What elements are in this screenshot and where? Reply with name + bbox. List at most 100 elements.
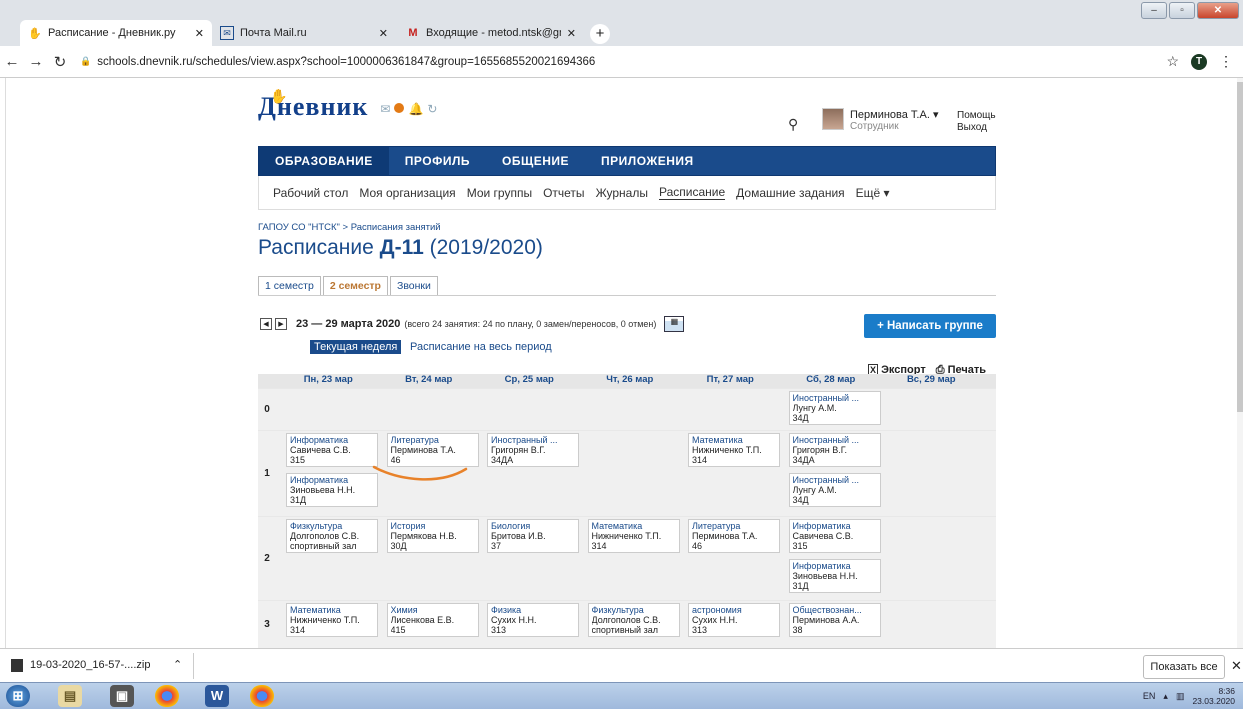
lesson-teacher: Лунгу А.М. xyxy=(793,485,877,495)
page-title: Расписание Д-11 (2019/2020) xyxy=(258,236,543,260)
lesson-card[interactable]: ИнформатикаЗиновьева Н.Н.31Д xyxy=(789,559,881,593)
tab-semester-1[interactable]: 1 семестр xyxy=(258,276,321,296)
lesson-subject: Информатика xyxy=(290,475,374,485)
lesson-room: 314 xyxy=(592,541,676,551)
bell-icon[interactable]: 🔔 xyxy=(408,102,423,116)
scrollbar-thumb[interactable] xyxy=(1237,82,1243,412)
chevron-up-icon[interactable]: ⌃ xyxy=(173,658,182,671)
lesson-card[interactable]: МатематикаНижниченко Т.П.314 xyxy=(286,603,378,637)
forward-arrow-icon[interactable]: → xyxy=(24,53,48,70)
tab-schedule[interactable]: ✋ Расписание - Дневник.ру ✕ xyxy=(20,20,212,46)
main-nav-education[interactable]: ОБРАЗОВАНИЕ xyxy=(259,147,389,175)
explorer-icon[interactable]: ▤ xyxy=(58,685,82,707)
tab-semester-2[interactable]: 2 семестр xyxy=(323,276,388,296)
page-scrollbar[interactable] xyxy=(1237,78,1243,648)
messages-icon[interactable]: ✉ xyxy=(380,102,390,116)
lesson-subject: Иностранный ... xyxy=(793,393,877,403)
new-tab-button[interactable]: + xyxy=(590,24,610,44)
next-week-button[interactable]: ▶ xyxy=(275,318,287,330)
menu-dots-icon[interactable]: ⋮ xyxy=(1219,53,1233,70)
user-role: Сотрудник xyxy=(850,121,899,132)
close-tab-icon[interactable]: ✕ xyxy=(567,27,576,40)
prev-week-button[interactable]: ◀ xyxy=(260,318,272,330)
app-icon[interactable]: ▣ xyxy=(110,685,134,707)
logout-link[interactable]: Выход xyxy=(957,122,987,133)
write-to-group-button[interactable]: + Написать группе xyxy=(864,314,996,338)
maximize-button[interactable]: ▫ xyxy=(1169,2,1195,19)
user-name-menu[interactable]: Перминова Т.А. ▾ xyxy=(850,108,938,121)
tab-mail[interactable]: ✉ Почта Mail.ru ✕ xyxy=(212,20,396,46)
subnav-desktop[interactable]: Рабочий стол xyxy=(273,186,348,200)
close-icon[interactable]: ✕ xyxy=(1231,658,1242,674)
lesson-card[interactable]: ИсторияПермякова Н.В.30Д xyxy=(387,519,479,553)
tabs-divider xyxy=(258,295,996,296)
lesson-card[interactable]: ХимияЛисенкова Е.В.415 xyxy=(387,603,479,637)
chrome-icon[interactable] xyxy=(250,685,274,707)
language-indicator[interactable]: EN xyxy=(1143,691,1156,701)
schedule-row: 1ИнформатикаСавичева С.В.315ИнформатикаЗ… xyxy=(258,430,996,516)
lesson-card[interactable]: Иностранный ...Лунгу А.М.34Д xyxy=(789,473,881,507)
tab-gmail[interactable]: M Входящие - metod.ntsk@gmail.c ✕ xyxy=(398,20,584,46)
user-avatar[interactable] xyxy=(822,108,844,130)
back-arrow-icon[interactable]: ← xyxy=(0,53,24,70)
lesson-card[interactable]: ИнформатикаЗиновьева Н.Н.31Д xyxy=(286,473,378,507)
site-logo[interactable]: ✋ Дневник ✉ 🔔 ↻ xyxy=(258,92,437,122)
subnav-schedule[interactable]: Расписание xyxy=(659,185,725,200)
lesson-card[interactable]: ФизикаСухих Н.Н.313 xyxy=(487,603,579,637)
tab-bells[interactable]: Звонки xyxy=(390,276,438,296)
lesson-card[interactable]: Иностранный ...Григорян В.Г.34ДА xyxy=(487,433,579,467)
lesson-card[interactable]: ИнформатикаСавичева С.В.315 xyxy=(789,519,881,553)
breadcrumb[interactable]: ГАПОУ СО "НТСК" > Расписания занятий xyxy=(258,222,441,233)
chrome-icon[interactable] xyxy=(155,685,179,707)
lesson-card[interactable]: ФизкультураДолгополов С.В.спортивный зал xyxy=(286,519,378,553)
dnevnik-favicon-icon: ✋ xyxy=(28,26,42,40)
notifications-icon[interactable] xyxy=(394,102,404,116)
lesson-card[interactable]: Иностранный ...Лунгу А.М.34Д xyxy=(789,391,881,425)
refresh-icon[interactable]: ↻ xyxy=(427,102,437,116)
calendar-icon[interactable]: ▦ xyxy=(664,316,684,332)
main-nav-communication[interactable]: ОБЩЕНИЕ xyxy=(486,147,585,175)
lesson-teacher: Нижниченко Т.П. xyxy=(692,445,776,455)
lesson-card[interactable]: БиологияБритова И.В.37 xyxy=(487,519,579,553)
subnav-my-organization[interactable]: Моя организация xyxy=(359,186,455,200)
close-window-button[interactable]: ✕ xyxy=(1197,2,1239,19)
minimize-button[interactable]: ‒ xyxy=(1141,2,1167,19)
lesson-card[interactable]: МатематикаНижниченко Т.П.314 xyxy=(588,519,680,553)
start-button-icon[interactable]: ⊞ xyxy=(6,685,30,707)
subnav-homework[interactable]: Домашние задания xyxy=(736,186,845,200)
subnav-journals[interactable]: Журналы xyxy=(596,186,648,200)
close-tab-icon[interactable]: ✕ xyxy=(379,27,388,40)
clock[interactable]: 8:36 23.03.2020 xyxy=(1192,686,1235,706)
lesson-card[interactable]: Обществознан...Перминова А.А.38 xyxy=(789,603,881,637)
whole-period-link[interactable]: Расписание на весь период xyxy=(410,341,552,353)
close-tab-icon[interactable]: ✕ xyxy=(195,27,204,40)
mail-favicon-icon: ✉ xyxy=(220,26,234,40)
subnav-reports[interactable]: Отчеты xyxy=(543,186,584,200)
week-range: 23 — 29 марта 2020 xyxy=(296,318,400,330)
show-all-downloads-button[interactable]: Показать все xyxy=(1143,655,1225,679)
lesson-subject: Иностранный ... xyxy=(793,475,877,485)
download-item[interactable]: 19-03-2020_16-57-....zip xyxy=(30,659,150,671)
word-icon[interactable]: W xyxy=(205,685,229,707)
subnav-my-groups[interactable]: Мои группы xyxy=(467,186,532,200)
current-week-button[interactable]: Текущая неделя xyxy=(310,340,401,354)
day-header-row: Пн, 23 мар Вт, 24 мар Ср, 25 мар Чт, 26 … xyxy=(258,374,996,388)
address-bar[interactable]: 🔒 schools.dnevnik.ru/schedules/view.aspx… xyxy=(80,50,1166,74)
lesson-card[interactable]: МатематикаНижниченко Т.П.314 xyxy=(688,433,780,467)
search-icon[interactable]: ⚲ xyxy=(788,116,798,133)
reload-icon[interactable]: ↻ xyxy=(48,53,72,71)
browser-toolbar: ← → ↻ 🔒 schools.dnevnik.ru/schedules/vie… xyxy=(0,46,1243,78)
help-link[interactable]: Помощь xyxy=(957,110,996,121)
network-icon[interactable]: ▥ xyxy=(1176,691,1185,702)
main-nav-apps[interactable]: ПРИЛОЖЕНИЯ xyxy=(585,147,710,175)
subnav-more[interactable]: Ещё ▾ xyxy=(856,186,890,200)
lesson-card[interactable]: ИнформатикаСавичева С.В.315 xyxy=(286,433,378,467)
lesson-card[interactable]: ЛитератураПерминова Т.А.46 xyxy=(688,519,780,553)
lesson-card[interactable]: Иностранный ...Григорян В.Г.34ДА xyxy=(789,433,881,467)
chevron-up-icon[interactable]: ▴ xyxy=(1163,691,1168,702)
bookmark-star-icon[interactable]: ☆ xyxy=(1166,53,1179,70)
main-nav-profile[interactable]: ПРОФИЛЬ xyxy=(389,147,486,175)
lesson-card[interactable]: ФизкультураДолгополов С.В.спортивный зал xyxy=(588,603,680,637)
profile-avatar[interactable]: T xyxy=(1191,54,1207,70)
lesson-card[interactable]: астрономияСухих Н.Н.313 xyxy=(688,603,780,637)
